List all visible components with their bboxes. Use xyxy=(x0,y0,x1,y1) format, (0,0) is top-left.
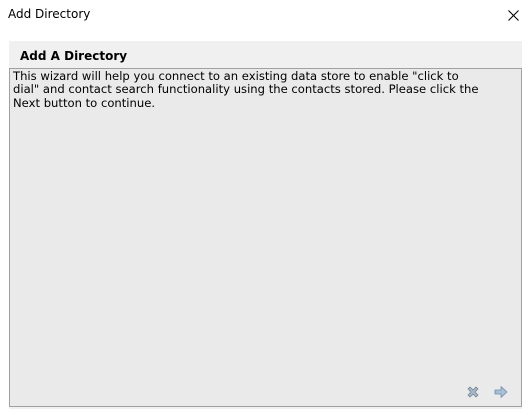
wizard-navigation xyxy=(465,384,513,400)
cancel-button[interactable] xyxy=(465,384,481,400)
arrow-right-icon xyxy=(494,386,508,398)
add-directory-dialog: Add Directory Add A Directory This wizar… xyxy=(0,0,530,415)
window-title: Add Directory xyxy=(8,7,91,21)
wizard-description: This wizard will help you connect to an … xyxy=(13,69,479,110)
next-button[interactable] xyxy=(493,384,509,400)
cancel-x-icon xyxy=(467,386,479,398)
wizard-page: Add A Directory This wizard will help yo… xyxy=(9,41,522,409)
close-button[interactable] xyxy=(496,0,530,31)
title-bar[interactable]: Add Directory xyxy=(0,0,530,31)
close-icon xyxy=(508,10,519,21)
wizard-heading: Add A Directory xyxy=(20,49,128,63)
wizard-content-panel: This wizard will help you connect to an … xyxy=(9,68,522,407)
